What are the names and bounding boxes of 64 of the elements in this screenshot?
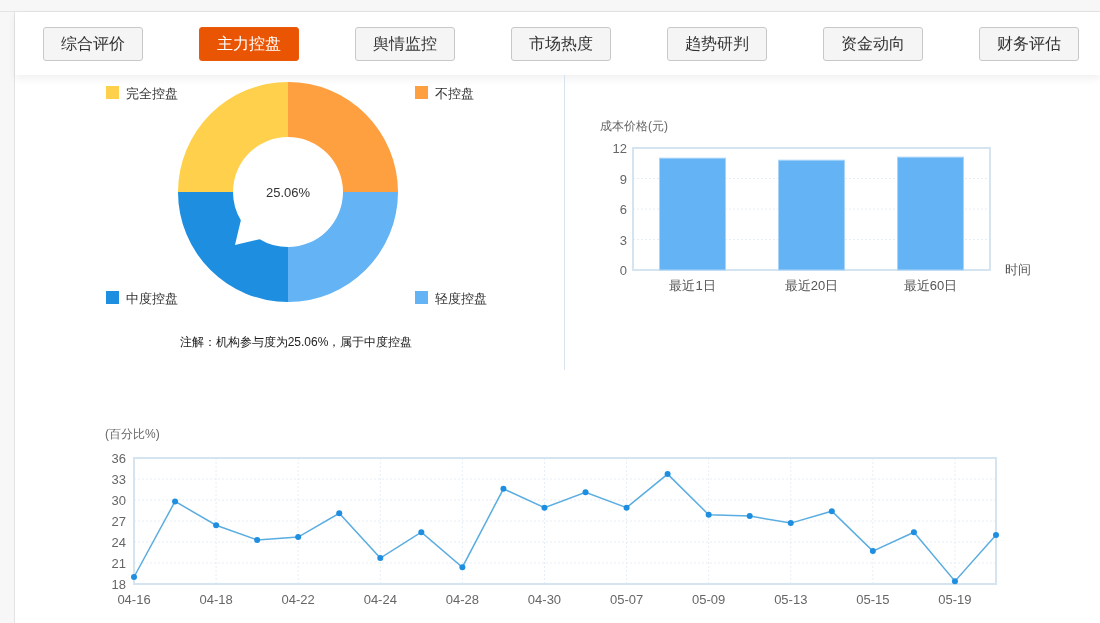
- data-point: [623, 504, 630, 511]
- tick-label: 36: [111, 451, 126, 466]
- legend-label[interactable]: 不控盘: [435, 86, 474, 101]
- tick-label: 04-22: [281, 592, 315, 607]
- data-point: [336, 510, 343, 517]
- tick-label: 18: [111, 577, 126, 592]
- data-point: [295, 534, 302, 541]
- legend-label[interactable]: 中度控盘: [126, 291, 178, 306]
- data-point: [828, 508, 835, 515]
- tick-label: 27: [111, 514, 126, 529]
- tab[interactable]: 综合评价: [43, 26, 143, 61]
- tick-label: 9: [619, 171, 627, 187]
- tab[interactable]: 舆情监控: [355, 26, 455, 61]
- data-point: [541, 504, 548, 511]
- data-point: [705, 511, 712, 518]
- tick-label: 12: [612, 141, 627, 156]
- category-label: 最近1日: [669, 278, 716, 293]
- legend-label[interactable]: 完全控盘: [126, 86, 178, 101]
- chart-note: 注解：机构参与度为25.06%，属于中度控盘: [179, 335, 413, 349]
- axis-title: 成本价格(元): [600, 119, 668, 133]
- data-point: [993, 532, 999, 538]
- data-point: [459, 564, 466, 571]
- tick-label: 0: [619, 263, 627, 278]
- tick-label: 30: [111, 493, 126, 508]
- data-point: [131, 574, 137, 580]
- data-point: [910, 529, 917, 536]
- tick-label: 04-24: [363, 592, 397, 607]
- tab[interactable]: 资金动向: [823, 26, 923, 61]
- tick-label: 04-30: [527, 592, 562, 607]
- tab[interactable]: 财务评估: [979, 26, 1079, 61]
- category-label: 最近20日: [784, 278, 839, 293]
- tick-label: 05-09: [692, 592, 726, 607]
- data-point: [746, 513, 753, 520]
- data-point: [500, 485, 507, 492]
- tick-label: 33: [111, 472, 126, 487]
- tick-label: 3: [619, 232, 627, 248]
- data-point: [664, 471, 671, 478]
- tab[interactable]: 主力控盘: [199, 26, 299, 61]
- tick-label: 05-07: [609, 592, 644, 607]
- tab[interactable]: 趋势研判: [667, 26, 767, 61]
- data-point: [869, 548, 876, 555]
- data-point: [172, 498, 179, 505]
- tick-label: 05-13: [774, 592, 808, 607]
- axis-title: (百分比%): [105, 427, 160, 441]
- tick-label: 04-18: [199, 592, 233, 607]
- tab[interactable]: 市场热度: [511, 26, 611, 61]
- data-point: [582, 489, 589, 496]
- data-point: [418, 529, 425, 536]
- data-point: [377, 555, 384, 562]
- tick-label: 05-15: [856, 592, 890, 607]
- category-label: 最近60日: [903, 278, 958, 293]
- data-point: [787, 520, 794, 527]
- axis-title: 时间: [1005, 262, 1031, 277]
- tick-label: 04-16: [117, 592, 151, 607]
- legend-label[interactable]: 轻度控盘: [435, 291, 487, 306]
- tick-label: 6: [619, 202, 627, 217]
- data-point: [254, 536, 261, 543]
- tick-label: 21: [111, 556, 126, 571]
- tick-label: 04-28: [445, 592, 479, 607]
- data-point: [951, 578, 958, 585]
- center-value: 25.06%: [265, 185, 311, 200]
- tick-label: 05-19: [938, 592, 972, 607]
- tick-label: 24: [111, 535, 126, 550]
- data-point: [213, 522, 220, 529]
